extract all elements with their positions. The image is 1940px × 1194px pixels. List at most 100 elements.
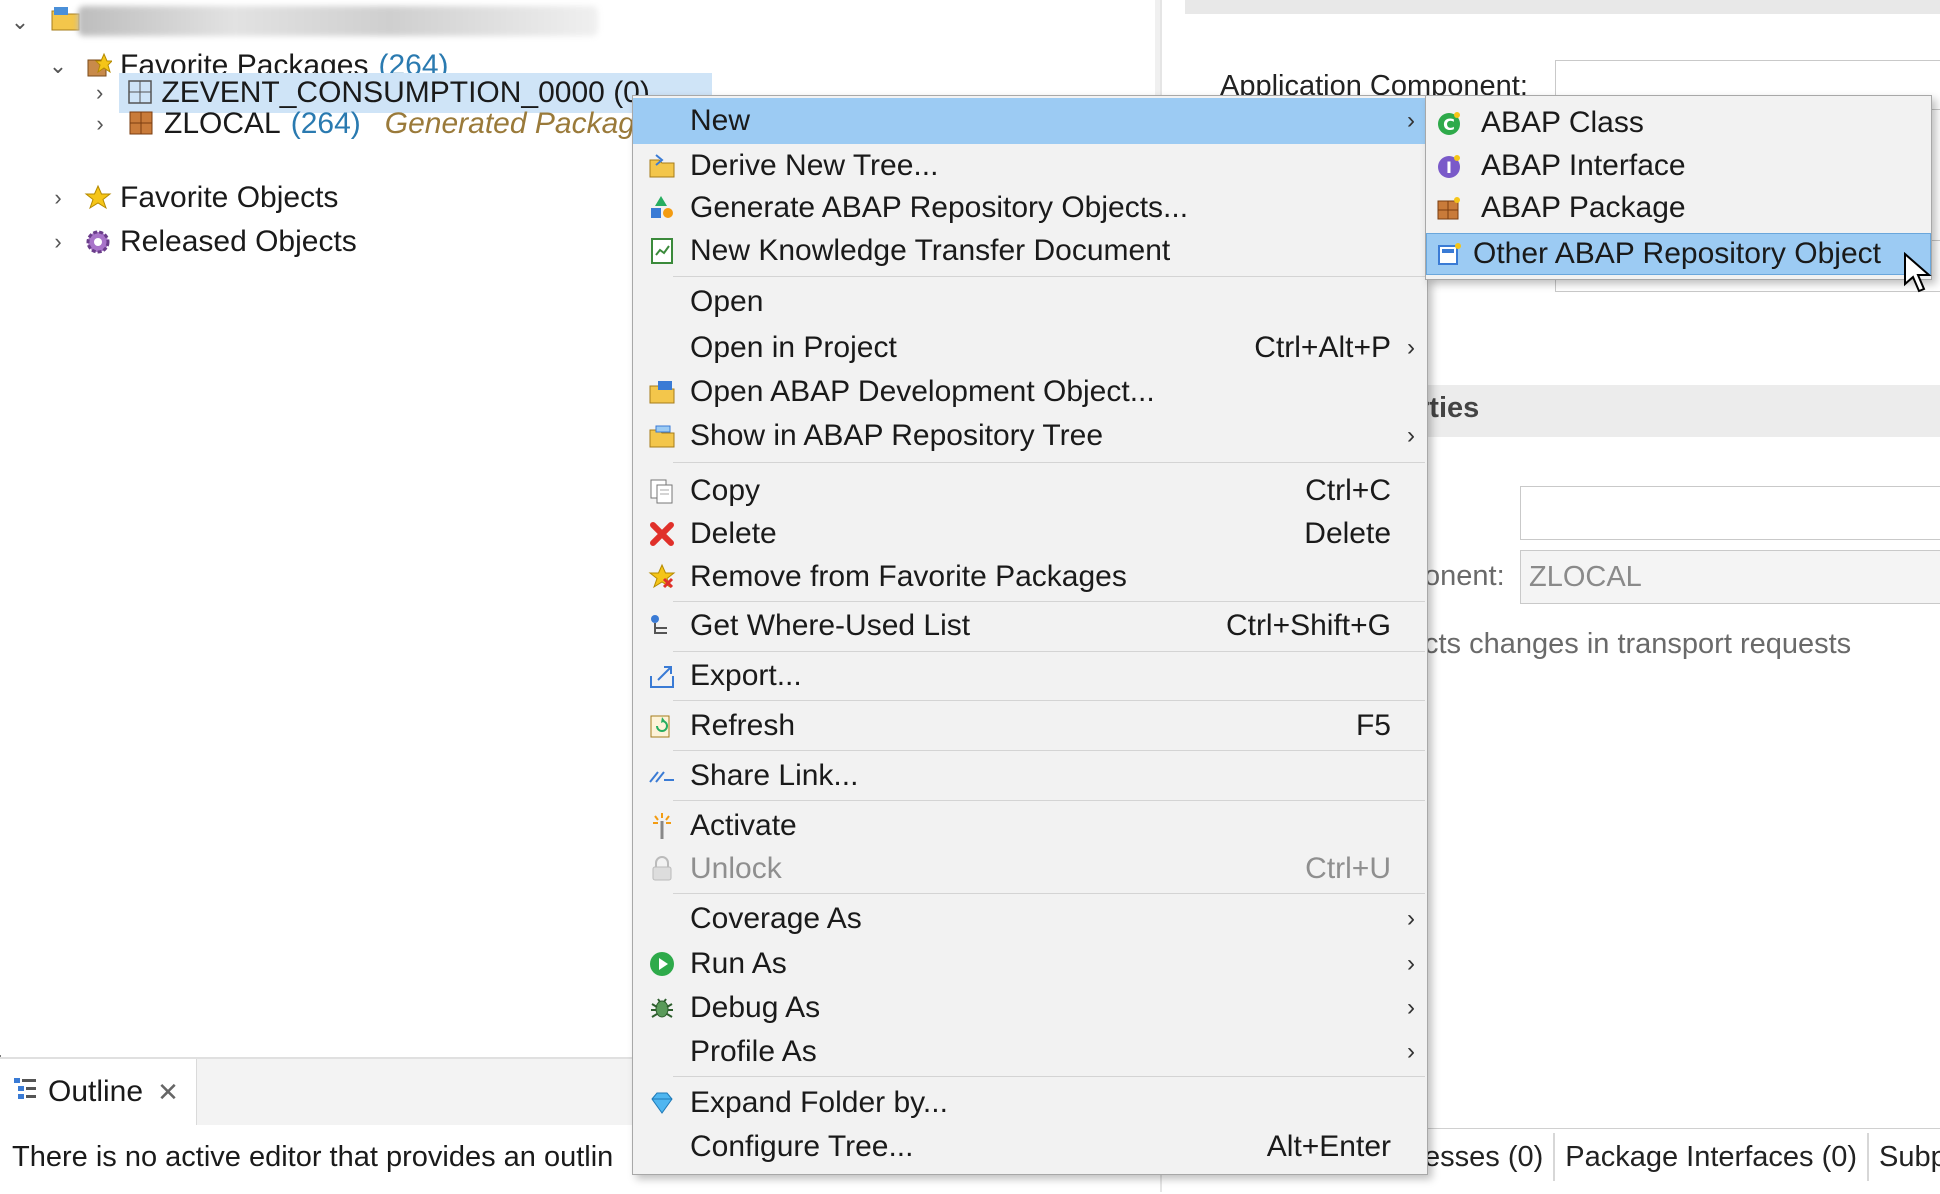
menu-item-new[interactable]: New › — [633, 98, 1427, 144]
chevron-right-icon: › — [1407, 1038, 1415, 1065]
menu-item-label: Refresh — [690, 709, 796, 742]
menu-item-generate-objects[interactable]: Generate ABAP Repository Objects... — [633, 188, 1427, 228]
class-icon: C — [1434, 108, 1464, 138]
menu-item-label: Share Link... — [690, 759, 859, 792]
menu-item-unlock[interactable]: Unlock Ctrl+U — [633, 849, 1427, 889]
submenu-item-abap-package[interactable]: ABAP Package — [1426, 187, 1931, 229]
menu-item-coverage-as[interactable]: Coverage As › — [633, 899, 1427, 939]
menu-item-shortcut: Ctrl+Alt+P — [1254, 331, 1391, 364]
bug-icon — [647, 993, 677, 1023]
tree-item-released-objects[interactable]: › Released Objects — [48, 220, 357, 264]
editor-input-field[interactable] — [1520, 486, 1940, 540]
menu-item-label: Expand Folder by... — [690, 1086, 948, 1119]
menu-item-run-as[interactable]: Run As › — [633, 944, 1427, 984]
submenu-item-other-object[interactable]: Other ABAP Repository Object — [1426, 233, 1931, 275]
copy-icon — [647, 476, 677, 506]
tab-outline[interactable]: Outline ✕ — [0, 1059, 197, 1125]
menu-separator — [673, 276, 1425, 277]
menu-item-copy[interactable]: Copy Ctrl+C — [633, 471, 1427, 511]
blurred-project-name — [78, 6, 598, 36]
menu-separator — [673, 462, 1425, 463]
menu-item-shortcut: F5 — [1355, 709, 1391, 742]
repository-object-icon — [1435, 239, 1465, 269]
menu-item-label: Open in Project — [690, 331, 897, 364]
refresh-icon — [647, 711, 677, 741]
menu-item-delete[interactable]: Delete Delete — [633, 514, 1427, 554]
chevron-right-icon[interactable]: › — [48, 185, 68, 210]
menu-item-open[interactable]: Open — [633, 282, 1427, 322]
show-in-tree-icon — [647, 421, 677, 451]
chevron-right-icon[interactable]: › — [48, 229, 68, 254]
menu-item-open-in-project[interactable]: Open in Project Ctrl+Alt+P › — [633, 328, 1427, 368]
tab-subpackages[interactable]: Subpa — [1869, 1133, 1940, 1181]
menu-item-new-ktd[interactable]: New Knowledge Transfer Document — [633, 231, 1427, 271]
menu-item-label: Debug As — [690, 991, 821, 1024]
transport-info-text: cts changes in transport requests — [1424, 628, 1852, 660]
menu-item-configure-tree[interactable]: Configure Tree... Alt+Enter — [633, 1127, 1427, 1167]
menu-item-share-link[interactable]: Share Link... — [633, 756, 1427, 796]
menu-item-export[interactable]: Export... — [633, 656, 1427, 696]
menu-item-label: Generate ABAP Repository Objects... — [690, 191, 1189, 224]
menu-item-label: Coverage As — [690, 902, 862, 935]
editor-top-strip — [1185, 0, 1940, 14]
menu-separator — [673, 1076, 1425, 1077]
menu-separator — [673, 601, 1425, 602]
submenu-item-abap-class[interactable]: C ABAP Class — [1426, 102, 1931, 144]
svg-text:C: C — [1443, 115, 1455, 134]
tree-item-label: Released Objects — [120, 225, 357, 258]
tree-item-description: Generated Package f — [384, 107, 669, 140]
menu-item-label: Activate — [690, 809, 797, 842]
chevron-right-icon: › — [1407, 334, 1415, 361]
star-icon — [84, 184, 112, 212]
software-component-label: onent: — [1424, 560, 1505, 592]
chevron-right-icon[interactable]: › — [90, 80, 109, 105]
menu-separator — [673, 893, 1425, 894]
document-icon — [647, 236, 677, 266]
menu-item-activate[interactable]: Activate — [633, 806, 1427, 846]
chevron-down-icon[interactable]: ⌄ — [48, 53, 68, 78]
menu-item-label: Remove from Favorite Packages — [690, 560, 1127, 593]
menu-item-label: Show in ABAP Repository Tree — [690, 419, 1103, 452]
tree-item-favorite-objects[interactable]: › Favorite Objects — [48, 176, 338, 220]
activate-wand-icon — [647, 811, 677, 841]
menu-item-label: Run As — [690, 947, 787, 980]
submenu-item-label: ABAP Class — [1481, 106, 1644, 139]
menu-item-label: Open ABAP Development Object... — [690, 375, 1155, 408]
close-icon[interactable]: ✕ — [157, 1077, 179, 1108]
menu-item-derive-new-tree[interactable]: Derive New Tree... — [633, 146, 1427, 186]
menu-item-label: New Knowledge Transfer Document — [690, 234, 1171, 267]
chevron-right-icon: › — [1407, 107, 1415, 134]
menu-item-profile-as[interactable]: Profile As › — [633, 1032, 1427, 1072]
outline-empty-message: There is no active editor that provides … — [12, 1141, 614, 1173]
menu-item-show-in-tree[interactable]: Show in ABAP Repository Tree › — [633, 416, 1427, 456]
tab-package-interfaces[interactable]: Package Interfaces (0) — [1555, 1133, 1870, 1181]
tree-item-zlocal[interactable]: › ZLOCAL (264) Generated Package f — [90, 102, 668, 146]
chevron-right-icon: › — [1407, 950, 1415, 977]
tree-item-count: (264) — [290, 107, 361, 140]
export-icon — [647, 661, 677, 691]
menu-item-label: Get Where-Used List — [690, 609, 971, 642]
menu-item-label: Export... — [690, 659, 802, 692]
menu-item-shortcut: Delete — [1304, 517, 1391, 550]
mouse-cursor-icon — [1904, 252, 1932, 293]
chevron-down-icon[interactable]: ⌄ — [10, 9, 30, 34]
delete-icon — [647, 519, 677, 549]
menu-item-remove-favorite[interactable]: Remove from Favorite Packages — [633, 557, 1427, 597]
tree-root-row[interactable]: ⌄ — [10, 0, 82, 44]
menu-item-label: New — [690, 104, 751, 137]
menu-item-expand-folder[interactable]: Expand Folder by... — [633, 1083, 1427, 1123]
software-component-field[interactable]: ZLOCAL — [1520, 550, 1940, 604]
chevron-right-icon: › — [1407, 994, 1415, 1021]
submenu-item-abap-interface[interactable]: I ABAP Interface — [1426, 145, 1931, 187]
menu-item-shortcut: Alt+Enter — [1266, 1130, 1391, 1163]
menu-item-open-dev-object[interactable]: Open ABAP Development Object... — [633, 372, 1427, 412]
chevron-right-icon[interactable]: › — [90, 111, 110, 136]
menu-item-debug-as[interactable]: Debug As › — [633, 988, 1427, 1028]
menu-item-refresh[interactable]: Refresh F5 — [633, 706, 1427, 746]
tree-item-label: Favorite Objects — [120, 181, 339, 214]
diamond-icon — [647, 1088, 677, 1118]
tree-item-label: ZLOCAL — [164, 107, 281, 140]
submenu-item-label: ABAP Interface — [1481, 149, 1686, 182]
menu-item-where-used[interactable]: Get Where-Used List Ctrl+Shift+G — [633, 606, 1427, 646]
open-object-icon — [647, 377, 677, 407]
